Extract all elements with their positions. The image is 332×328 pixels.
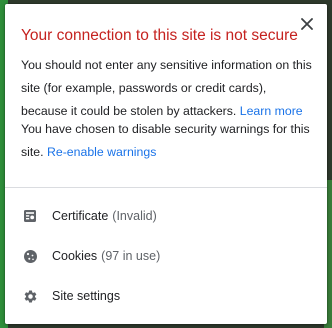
reenable-warnings-link[interactable]: Re-enable warnings [47, 145, 156, 159]
cookies-status: (97 in use) [101, 249, 161, 263]
cookies-label: Cookies [52, 249, 98, 263]
site-settings-item[interactable]: Site settings [5, 276, 327, 316]
divider [5, 187, 327, 188]
certificate-item[interactable]: Certificate (Invalid) [5, 196, 327, 236]
gear-icon [22, 288, 38, 304]
certificate-status: (Invalid) [112, 209, 157, 223]
learn-more-link[interactable]: Learn more [240, 104, 303, 118]
certificate-icon [22, 208, 38, 224]
close-button[interactable] [297, 14, 317, 34]
cookies-item[interactable]: Cookies (97 in use) [5, 236, 327, 276]
popup-title: Your connection to this site is not secu… [21, 27, 298, 44]
cookie-icon [22, 248, 38, 264]
certificate-label: Certificate [52, 209, 109, 223]
site-settings-label: Site settings [52, 289, 121, 303]
warnings-disabled-notice: You have chosen to disable security warn… [21, 118, 313, 164]
close-icon [301, 18, 313, 30]
site-info-popup: Your connection to this site is not secu… [5, 4, 327, 324]
sensitive-info-warning: You should not enter any sensitive infor… [21, 54, 313, 123]
